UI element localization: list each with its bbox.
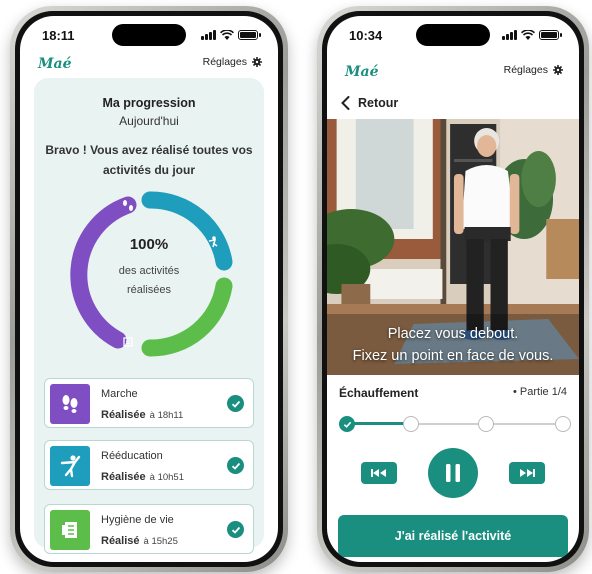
step-dot-1[interactable]	[339, 416, 355, 432]
part-indicator: • Partie 1/4	[512, 386, 567, 398]
congrats-message: Bravo ! Vous avez réalisé toutes vos act…	[45, 143, 253, 177]
battery-icon	[539, 30, 562, 40]
battery-icon	[238, 30, 261, 40]
instruction-line-2: Fixez un point en face de vous.	[352, 348, 554, 364]
app-header: Maé Réglages	[327, 64, 579, 86]
step-dot-4[interactable]	[555, 416, 571, 432]
activity-status-label: Réalisée	[101, 409, 146, 421]
activity-time: à 15h25	[143, 536, 178, 547]
check-icon	[227, 521, 244, 538]
pause-button[interactable]	[428, 448, 478, 498]
activity-name: Marche	[101, 388, 138, 400]
app-header: Maé Réglages	[20, 56, 278, 78]
status-bar: 18:11	[20, 26, 278, 46]
chevron-left-icon	[341, 96, 350, 110]
progress-date: Aujourd'hui	[119, 114, 179, 128]
check-icon	[227, 457, 244, 474]
progress-card: Ma progression Aujourd'hui Bravo ! Vous …	[34, 78, 264, 554]
part-label: Partie 1/4	[519, 386, 567, 398]
progress-caption: des activités réalisées	[118, 265, 180, 296]
activity-status-label: Réalisée	[101, 471, 146, 483]
settings-button[interactable]: Réglages	[504, 64, 563, 76]
activity-status: Réalisé à 15h25	[101, 535, 178, 547]
settings-label: Réglages	[503, 64, 548, 76]
activity-status: Réalisée à 18h11	[101, 409, 183, 421]
activity-item-lifestyle[interactable]: Hygiène de vie Réalisé à 15h25	[44, 504, 254, 554]
activity-time: à 10h51	[149, 472, 184, 483]
video-controls	[327, 448, 579, 500]
section-title: Échauffement	[339, 386, 419, 400]
previous-button[interactable]	[361, 462, 397, 484]
step-line-done	[347, 422, 411, 425]
activity-name: Rééducation	[101, 450, 163, 462]
app-logo: Maé	[38, 56, 72, 72]
progress-percent: 100%	[129, 236, 169, 253]
notebook-icon	[50, 510, 90, 550]
instruction-line-1: Placez vous debout.	[387, 326, 519, 342]
gear-icon	[252, 57, 262, 67]
step-progress	[339, 414, 571, 434]
skip-back-icon	[371, 469, 386, 477]
exercise-video[interactable]: Placez vous debout. Fixez un point en fa…	[327, 119, 579, 375]
pause-icon	[446, 464, 460, 482]
phone-activity: 10:34 Maé Réglages Retour Placez vous de…	[317, 6, 589, 572]
activity-item-walk[interactable]: Marche Réalisée à 18h11	[44, 378, 254, 428]
activity-screen: 10:34 Maé Réglages Retour Placez vous de…	[327, 16, 579, 562]
settings-label: Réglages	[202, 56, 247, 68]
gear-icon	[553, 65, 563, 75]
status-time: 18:11	[42, 28, 75, 43]
step-dot-3[interactable]	[478, 416, 494, 432]
check-icon	[343, 421, 351, 428]
progress-title: Ma progression	[102, 96, 196, 110]
status-bar: 10:34	[327, 26, 579, 46]
status-time: 10:34	[349, 28, 383, 43]
activity-name: Hygiène de vie	[101, 514, 174, 526]
wifi-icon	[220, 30, 234, 40]
complete-activity-button[interactable]: J'ai réalisé l'activité	[338, 515, 568, 557]
activity-time: à 18h11	[149, 410, 184, 421]
skip-forward-icon	[520, 469, 535, 477]
app-logo: Maé	[345, 64, 379, 80]
check-icon	[227, 395, 244, 412]
wifi-icon	[521, 30, 535, 40]
back-label: Retour	[358, 96, 399, 110]
next-button[interactable]	[509, 462, 545, 484]
signal-icon	[201, 30, 216, 40]
signal-icon	[502, 30, 517, 40]
activity-item-rehab[interactable]: Rééducation Réalisée à 10h51	[44, 440, 254, 490]
phone-progress: 18:11 Maé Réglages Ma progression Aujour…	[10, 6, 288, 572]
progress-screen: 18:11 Maé Réglages Ma progression Aujour…	[20, 16, 278, 562]
step-dot-2[interactable]	[403, 416, 419, 432]
settings-button[interactable]: Réglages	[203, 56, 262, 68]
exercise-icon	[50, 446, 90, 486]
activity-status-label: Réalisé	[101, 535, 140, 547]
activity-status: Réalisée à 10h51	[101, 471, 184, 483]
back-button[interactable]: Retour	[341, 96, 398, 110]
footprints-icon	[50, 384, 90, 424]
